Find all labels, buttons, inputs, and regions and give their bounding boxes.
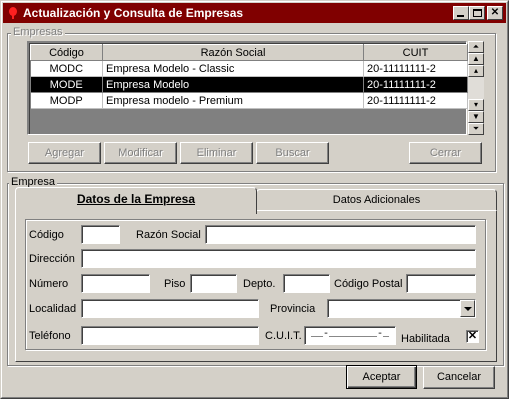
provincia-label: Provincia bbox=[270, 303, 316, 315]
cell-codigo: MODE bbox=[30, 76, 103, 93]
up-arrow-icon: ▲ bbox=[472, 54, 480, 63]
column-header-codigo[interactable]: Código bbox=[30, 44, 103, 61]
codigo-postal-field[interactable] bbox=[406, 274, 476, 293]
scroll-last-button[interactable]: ⏷ bbox=[468, 123, 484, 135]
telefono-label: Teléfono bbox=[29, 330, 71, 342]
numero-field[interactable] bbox=[81, 274, 150, 293]
cuit-label: C.U.I.T. bbox=[265, 330, 302, 342]
table-row-selected[interactable]: MODE Empresa Modelo 20-11111111-2 bbox=[30, 76, 468, 93]
close-icon: ✕ bbox=[490, 7, 500, 18]
habilitada-label: Habilitada bbox=[401, 333, 450, 345]
codigo-postal-label: Código Postal bbox=[334, 278, 403, 290]
aceptar-label: Aceptar bbox=[362, 371, 401, 383]
scroll-page-down-button[interactable]: ▾ bbox=[468, 99, 484, 111]
localidad-field[interactable] bbox=[81, 299, 259, 318]
scroll-page-up-button[interactable]: ▴ bbox=[468, 65, 484, 77]
maximize-button[interactable] bbox=[469, 6, 485, 20]
eliminar-label: Eliminar bbox=[196, 147, 237, 159]
direccion-label: Dirección bbox=[29, 253, 75, 265]
red-drop-icon bbox=[8, 7, 18, 19]
modificar-label: Modificar bbox=[118, 147, 163, 159]
page-up-icon: ▴ bbox=[473, 66, 478, 75]
agregar-button[interactable]: Agregar bbox=[28, 142, 101, 164]
depto-label: Depto. bbox=[243, 278, 276, 290]
cuit-input-mask: __-________-_ bbox=[311, 329, 390, 340]
provincia-dropdown-button[interactable] bbox=[460, 300, 475, 317]
direccion-field[interactable] bbox=[81, 249, 476, 268]
window-title: Actualización y Consulta de Empresas bbox=[23, 6, 244, 20]
buscar-label: Buscar bbox=[275, 147, 310, 159]
grid-vertical-scrollbar[interactable]: ⏶ ▲ ▴ ▾ ▼ ⏷ bbox=[468, 41, 484, 135]
page-down-icon: ▾ bbox=[473, 100, 478, 109]
cerrar-button[interactable]: Cerrar bbox=[409, 142, 482, 164]
scroll-first-button[interactable]: ⏶ bbox=[468, 41, 484, 53]
cerrar-label: Cerrar bbox=[429, 147, 462, 159]
cell-cuit: 20-11111111-2 bbox=[363, 92, 468, 109]
cell-cuit: 20-11111111-2 bbox=[363, 60, 468, 77]
maximize-icon bbox=[473, 9, 482, 17]
agregar-label: Agregar bbox=[44, 147, 85, 159]
piso-label: Piso bbox=[164, 278, 186, 290]
minimize-button[interactable] bbox=[453, 6, 469, 20]
first-arrow-icon: ⏶ bbox=[472, 42, 480, 51]
cell-razon-social: Empresa modelo - Premium bbox=[102, 92, 364, 109]
close-button[interactable]: ✕ bbox=[487, 6, 503, 20]
title-bar-buttons: ✕ bbox=[453, 6, 503, 20]
minimize-icon bbox=[457, 15, 464, 17]
title-bar[interactable]: Actualización y Consulta de Empresas ✕ bbox=[3, 3, 506, 23]
tab-datos-empresa-label: Datos de la Empresa bbox=[76, 192, 196, 206]
localidad-label: Localidad bbox=[29, 303, 77, 315]
last-arrow-icon: ⏷ bbox=[472, 124, 480, 133]
checkmark-icon: ✕ bbox=[467, 330, 478, 342]
habilitada-checkbox[interactable]: ✕ bbox=[466, 330, 479, 343]
scroll-down-button[interactable]: ▼ bbox=[468, 111, 484, 123]
cancelar-button[interactable]: Cancelar bbox=[423, 366, 495, 389]
aceptar-button[interactable]: Aceptar bbox=[346, 365, 417, 389]
tab-datos-empresa[interactable]: Datos de la Empresa bbox=[15, 187, 257, 214]
column-header-razon-social[interactable]: Razón Social bbox=[102, 44, 364, 61]
empresas-group-label: Empresas bbox=[11, 26, 65, 38]
piso-field[interactable] bbox=[190, 274, 237, 293]
dialog-window: Actualización y Consulta de Empresas ✕ E… bbox=[0, 0, 509, 399]
tab-datos-adicionales-label: Datos Adicionales bbox=[332, 194, 421, 206]
buscar-button[interactable]: Buscar bbox=[256, 142, 329, 164]
empresas-grid[interactable]: Código Razón Social CUIT MODC Empresa Mo… bbox=[27, 41, 468, 135]
cancelar-label: Cancelar bbox=[436, 371, 482, 383]
razon-social-label: Razón Social bbox=[136, 229, 201, 241]
codigo-label: Código bbox=[29, 229, 64, 241]
cell-codigo: MODP bbox=[30, 92, 103, 109]
cuit-field[interactable]: __-________-_ bbox=[304, 326, 396, 345]
numero-label: Número bbox=[29, 278, 69, 290]
depto-field[interactable] bbox=[283, 274, 330, 293]
provincia-select[interactable] bbox=[327, 299, 476, 318]
table-row[interactable]: MODP Empresa modelo - Premium 20-1111111… bbox=[30, 92, 468, 109]
cell-razon-social: Empresa Modelo bbox=[102, 76, 364, 93]
tab-datos-adicionales[interactable]: Datos Adicionales bbox=[256, 189, 497, 211]
column-header-cuit[interactable]: CUIT bbox=[363, 44, 468, 61]
table-header-row: Código Razón Social CUIT bbox=[30, 44, 468, 61]
scroll-up-button[interactable]: ▲ bbox=[468, 53, 484, 65]
down-arrow-icon: ▼ bbox=[472, 112, 480, 121]
empresas-table: Código Razón Social CUIT MODC Empresa Mo… bbox=[30, 44, 468, 109]
telefono-field[interactable] bbox=[81, 326, 259, 345]
codigo-field[interactable] bbox=[81, 225, 120, 244]
cell-razon-social: Empresa Modelo - Classic bbox=[102, 60, 364, 77]
modificar-button[interactable]: Modificar bbox=[104, 142, 177, 164]
cell-cuit: 20-11111111-2 bbox=[363, 76, 468, 93]
table-row[interactable]: MODC Empresa Modelo - Classic 20-1111111… bbox=[30, 60, 468, 77]
chevron-down-icon bbox=[464, 307, 472, 311]
eliminar-button[interactable]: Eliminar bbox=[180, 142, 253, 164]
razon-social-field[interactable] bbox=[205, 225, 476, 244]
cell-codigo: MODC bbox=[30, 60, 103, 77]
